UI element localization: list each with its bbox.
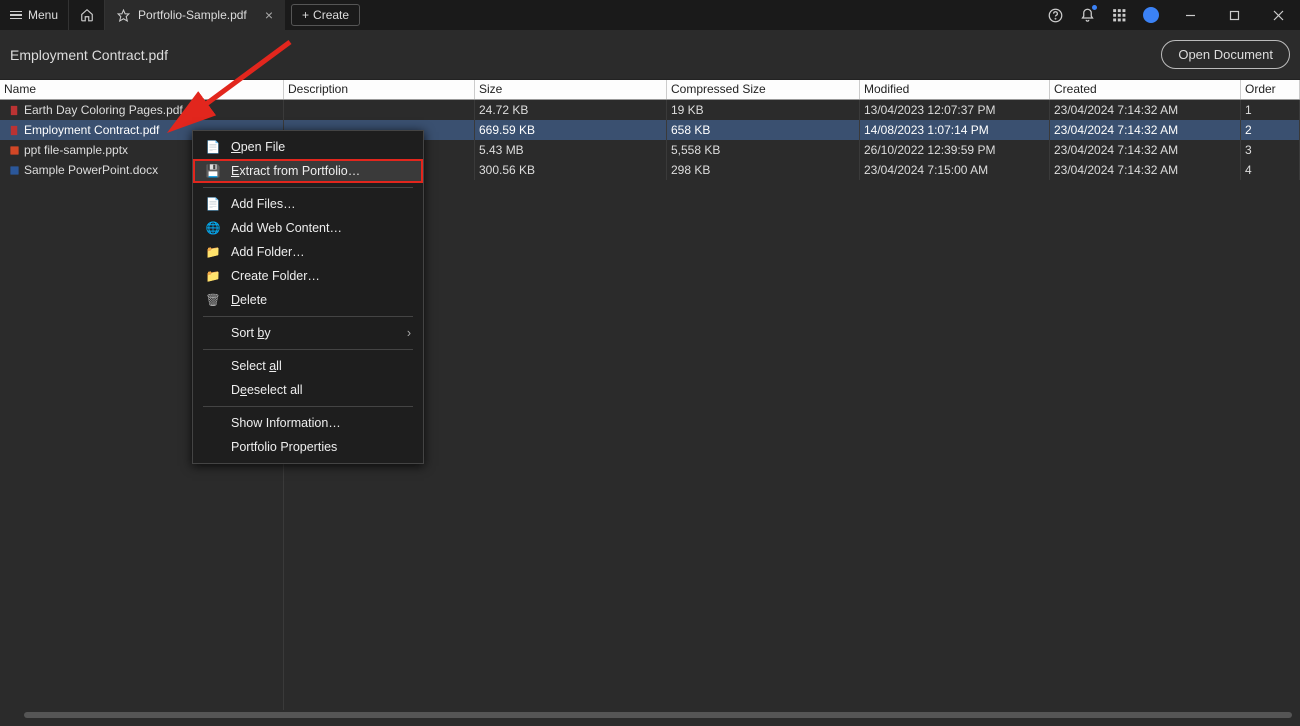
file-order: 4 xyxy=(1241,160,1300,180)
file-size: 5.43 MB xyxy=(475,140,667,160)
account-button[interactable] xyxy=(1142,6,1160,24)
minimize-button[interactable] xyxy=(1168,0,1212,30)
tab-title: Portfolio-Sample.pdf xyxy=(138,8,247,22)
menu-create-folder[interactable]: 📁 Create Folder… xyxy=(193,264,423,288)
menu-portfolio-properties[interactable]: Portfolio Properties xyxy=(193,435,423,459)
home-button[interactable] xyxy=(69,0,105,30)
menu-add-files[interactable]: 📄 Add Files… xyxy=(193,192,423,216)
col-modified[interactable]: Modified xyxy=(860,80,1050,99)
menu-button[interactable]: Menu xyxy=(0,0,69,30)
create-label: Create xyxy=(313,8,349,22)
menu-separator xyxy=(203,406,413,407)
close-button[interactable] xyxy=(1256,0,1300,30)
menu-label: Menu xyxy=(28,8,58,22)
menu-select-all[interactable]: Select all xyxy=(193,354,423,378)
file-compressed-size: 298 KB xyxy=(667,160,860,180)
current-file-title: Employment Contract.pdf xyxy=(10,47,168,63)
menu-separator xyxy=(203,187,413,188)
create-folder-icon: 📁 xyxy=(205,268,221,284)
file-created: 23/04/2024 7:14:32 AM xyxy=(1050,100,1241,120)
star-icon xyxy=(117,9,130,22)
add-folder-icon: 📁 xyxy=(205,244,221,260)
menu-extract-from-portfolio[interactable]: 💾 Extract from Portfolio… xyxy=(193,159,423,183)
file-order: 2 xyxy=(1241,120,1300,140)
col-name[interactable]: Name xyxy=(0,80,284,99)
file-order: 3 xyxy=(1241,140,1300,160)
file-modified: 14/08/2023 1:07:14 PM xyxy=(860,120,1050,140)
document-tab[interactable]: Portfolio-Sample.pdf × xyxy=(105,0,285,30)
file-name: Earth Day Coloring Pages.pdf xyxy=(24,103,183,117)
menu-separator xyxy=(203,349,413,350)
file-modified: 13/04/2023 12:07:37 PM xyxy=(860,100,1050,120)
plus-icon: + xyxy=(302,8,309,22)
file-description xyxy=(284,100,475,120)
horizontal-scrollbar[interactable] xyxy=(24,712,1292,718)
minimize-icon xyxy=(1185,10,1196,21)
file-order: 1 xyxy=(1241,100,1300,120)
menu-delete[interactable]: 🗑 Delete xyxy=(193,288,423,312)
col-compressed[interactable]: Compressed Size xyxy=(667,80,860,99)
extract-icon: 💾 xyxy=(205,163,221,179)
file-created: 23/04/2024 7:14:32 AM xyxy=(1050,120,1241,140)
create-button[interactable]: + Create xyxy=(291,4,360,26)
delete-icon: 🗑 xyxy=(205,292,221,308)
add-files-icon: 📄 xyxy=(205,196,221,212)
menu-add-web[interactable]: 🌐 Add Web Content… xyxy=(193,216,423,240)
file-size: 300.56 KB xyxy=(475,160,667,180)
title-icons xyxy=(1046,0,1168,30)
menu-show-information[interactable]: Show Information… xyxy=(193,411,423,435)
help-button[interactable] xyxy=(1046,6,1064,24)
menu-add-folder[interactable]: 📁 Add Folder… xyxy=(193,240,423,264)
chevron-right-icon: › xyxy=(407,326,411,340)
maximize-icon xyxy=(1229,10,1240,21)
bell-icon xyxy=(1080,8,1095,23)
file-type-icon xyxy=(8,124,20,136)
title-bar: Menu Portfolio-Sample.pdf × + Create xyxy=(0,0,1300,30)
file-compressed-size: 658 KB xyxy=(667,120,860,140)
context-menu: 📄 Open File 💾 Extract from Portfolio… 📄 … xyxy=(192,130,424,464)
file-name: Employment Contract.pdf xyxy=(24,123,159,137)
home-icon xyxy=(80,8,94,22)
col-description[interactable]: Description xyxy=(284,80,475,99)
menu-sort-by[interactable]: Sort by › xyxy=(193,321,423,345)
maximize-button[interactable] xyxy=(1212,0,1256,30)
add-web-icon: 🌐 xyxy=(205,220,221,236)
file-modified: 26/10/2022 12:39:59 PM xyxy=(860,140,1050,160)
file-size: 669.59 KB xyxy=(475,120,667,140)
file-compressed-size: 19 KB xyxy=(667,100,860,120)
open-file-icon: 📄 xyxy=(205,139,221,155)
file-created: 23/04/2024 7:14:32 AM xyxy=(1050,140,1241,160)
tab-close-button[interactable]: × xyxy=(265,7,273,23)
close-icon xyxy=(1273,10,1284,21)
file-created: 23/04/2024 7:14:32 AM xyxy=(1050,160,1241,180)
apps-button[interactable] xyxy=(1110,6,1128,24)
col-created[interactable]: Created xyxy=(1050,80,1241,99)
file-modified: 23/04/2024 7:15:00 AM xyxy=(860,160,1050,180)
sub-bar: Employment Contract.pdf Open Document xyxy=(0,30,1300,80)
help-icon xyxy=(1048,8,1063,23)
menu-open-file[interactable]: 📄 Open File xyxy=(193,135,423,159)
apps-grid-icon xyxy=(1112,8,1126,22)
open-document-button[interactable]: Open Document xyxy=(1161,40,1290,69)
notifications-button[interactable] xyxy=(1078,6,1096,24)
menu-deselect-all[interactable]: Deeselect all xyxy=(193,378,423,402)
file-type-icon xyxy=(8,144,20,156)
menu-separator xyxy=(203,316,413,317)
table-header: Name Description Size Compressed Size Mo… xyxy=(0,80,1300,100)
file-type-icon xyxy=(8,164,20,176)
table-row[interactable]: Earth Day Coloring Pages.pdf 24.72 KB19 K… xyxy=(0,100,1300,120)
window-controls xyxy=(1168,0,1300,30)
file-compressed-size: 5,558 KB xyxy=(667,140,860,160)
file-type-icon xyxy=(8,104,20,116)
globe-icon xyxy=(1143,7,1159,23)
col-order[interactable]: Order xyxy=(1241,80,1300,99)
file-size: 24.72 KB xyxy=(475,100,667,120)
col-size[interactable]: Size xyxy=(475,80,667,99)
file-name: ppt file-sample.pptx xyxy=(24,143,128,157)
hamburger-icon xyxy=(10,11,22,20)
file-name: Sample PowerPoint.docx xyxy=(24,163,158,177)
